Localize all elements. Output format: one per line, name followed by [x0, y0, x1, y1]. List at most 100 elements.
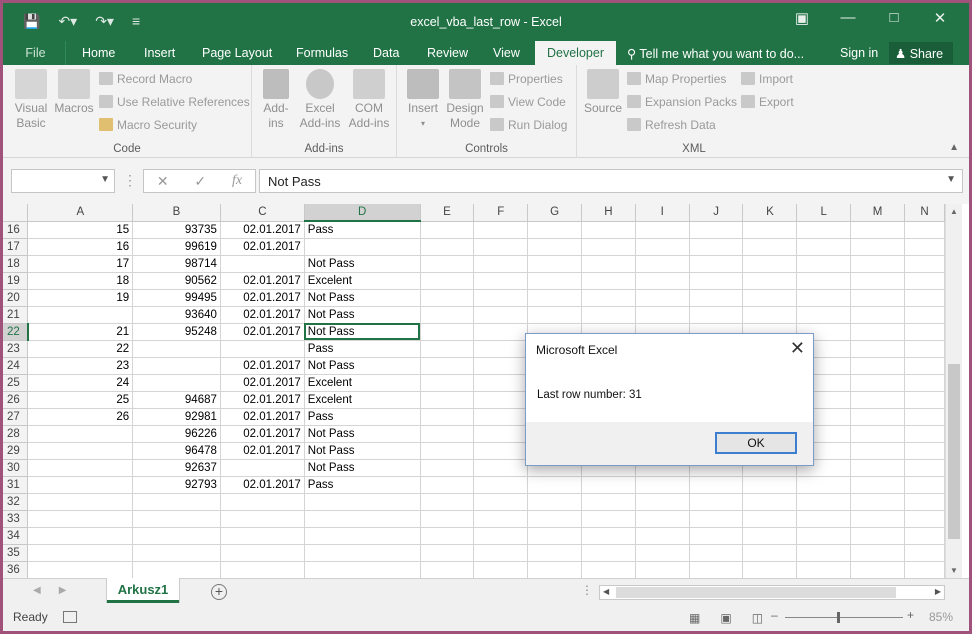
cell-empty[interactable] — [796, 238, 852, 256]
scroll-up-icon[interactable]: ▲ — [950, 207, 958, 216]
cell-b[interactable]: 96478 — [132, 442, 221, 460]
cell-b[interactable]: 90562 — [132, 272, 221, 290]
cell-b[interactable] — [132, 374, 221, 392]
cell-empty[interactable] — [742, 306, 798, 324]
record-macro-button[interactable]: Record Macro — [99, 72, 192, 86]
cell-d[interactable]: Not Pass — [304, 425, 421, 443]
cell-empty[interactable] — [850, 408, 905, 426]
cell-empty[interactable] — [635, 493, 690, 511]
column-header[interactable]: E — [420, 204, 475, 222]
cell-c[interactable]: 02.01.2017 — [220, 425, 305, 443]
cell-empty[interactable] — [850, 374, 905, 392]
cell-empty[interactable] — [420, 442, 475, 460]
tell-me-box[interactable]: ⚲ Tell me what you want to do... — [627, 46, 804, 61]
cell-empty[interactable] — [527, 510, 583, 528]
cell-empty[interactable] — [473, 221, 529, 239]
cell-empty[interactable] — [635, 272, 690, 290]
cell-a[interactable]: 17 — [27, 255, 134, 273]
cell-a[interactable]: 19 — [27, 289, 134, 307]
cell-c[interactable]: 02.01.2017 — [220, 442, 305, 460]
cell-empty[interactable] — [796, 561, 852, 578]
zoom-track[interactable] — [785, 617, 903, 618]
cell-empty[interactable] — [796, 255, 852, 273]
cell-c[interactable] — [220, 340, 305, 358]
cell-empty[interactable] — [904, 357, 945, 375]
maximize-icon[interactable]: □ — [871, 9, 917, 27]
cell-a[interactable]: 15 — [27, 221, 134, 239]
cell-empty[interactable] — [689, 289, 744, 307]
cell-b[interactable]: 95248 — [132, 323, 221, 341]
cell-empty[interactable] — [904, 442, 945, 460]
row-header[interactable]: 25 — [3, 374, 29, 392]
column-header[interactable]: G — [527, 204, 583, 222]
cell-d[interactable]: Not Pass — [304, 323, 421, 341]
page-break-view-icon[interactable]: ◫ — [752, 611, 763, 625]
cell-empty[interactable] — [904, 255, 945, 273]
column-header[interactable]: C — [220, 204, 305, 222]
cell-b[interactable] — [132, 561, 221, 578]
zoom-in-icon[interactable]: + — [907, 608, 914, 622]
cell-d[interactable]: Not Pass — [304, 442, 421, 460]
cell-empty[interactable] — [420, 425, 475, 443]
visual-basic-button[interactable]: Visual Basic — [11, 69, 51, 131]
column-header[interactable]: L — [796, 204, 852, 222]
cell-a[interactable] — [27, 425, 134, 443]
sign-in-link[interactable]: Sign in — [840, 46, 878, 60]
tab-file[interactable]: File — [6, 41, 66, 65]
cell-a[interactable] — [27, 510, 134, 528]
cell-empty[interactable] — [796, 306, 852, 324]
sheet-next-icon[interactable]: ▶ — [59, 585, 85, 596]
cell-empty[interactable] — [581, 289, 636, 307]
cell-empty[interactable] — [527, 527, 583, 545]
cell-d[interactable]: Pass — [304, 408, 421, 426]
cell-empty[interactable] — [742, 221, 798, 239]
cell-empty[interactable] — [581, 510, 636, 528]
cell-empty[interactable] — [796, 221, 852, 239]
cell-empty[interactable] — [527, 476, 583, 494]
cell-empty[interactable] — [420, 357, 475, 375]
row-header[interactable]: 31 — [3, 476, 29, 494]
cell-empty[interactable] — [581, 272, 636, 290]
minimize-icon[interactable]: — — [825, 9, 871, 27]
cell-empty[interactable] — [850, 238, 905, 256]
cell-empty[interactable] — [904, 391, 945, 409]
row-header[interactable]: 18 — [3, 255, 29, 273]
column-header[interactable]: A — [27, 204, 134, 222]
share-button[interactable]: ♟ Share — [889, 42, 953, 64]
cell-empty[interactable] — [904, 493, 945, 511]
cell-empty[interactable] — [742, 527, 798, 545]
cell-a[interactable]: 26 — [27, 408, 134, 426]
cell-empty[interactable] — [420, 544, 475, 562]
cell-a[interactable]: 18 — [27, 272, 134, 290]
cell-empty[interactable] — [420, 510, 475, 528]
source-button[interactable]: Source — [583, 69, 623, 116]
cell-empty[interactable] — [850, 272, 905, 290]
row-header[interactable]: 28 — [3, 425, 29, 443]
cell-empty[interactable] — [850, 527, 905, 545]
row-header[interactable]: 33 — [3, 510, 29, 528]
cell-empty[interactable] — [473, 272, 529, 290]
insert-control-button[interactable]: Insert ▾ — [403, 69, 443, 131]
row-header[interactable]: 35 — [3, 544, 29, 562]
cell-empty[interactable] — [527, 272, 583, 290]
cell-empty[interactable] — [904, 374, 945, 392]
cell-empty[interactable] — [581, 306, 636, 324]
cell-empty[interactable] — [904, 544, 945, 562]
cell-empty[interactable] — [742, 272, 798, 290]
cell-c[interactable] — [220, 561, 305, 578]
export-button[interactable]: Export — [741, 95, 794, 109]
cell-b[interactable] — [132, 510, 221, 528]
cell-d[interactable]: Not Pass — [304, 255, 421, 273]
cell-b[interactable]: 98714 — [132, 255, 221, 273]
cell-d[interactable]: Pass — [304, 221, 421, 239]
cell-c[interactable] — [220, 527, 305, 545]
cell-d[interactable] — [304, 561, 421, 578]
column-header[interactable]: I — [635, 204, 690, 222]
cell-c[interactable]: 02.01.2017 — [220, 221, 305, 239]
cell-b[interactable]: 92793 — [132, 476, 221, 494]
cell-c[interactable]: 02.01.2017 — [220, 476, 305, 494]
chevron-down-icon[interactable]: ▼ — [100, 174, 110, 185]
row-header[interactable]: 32 — [3, 493, 29, 511]
cell-empty[interactable] — [635, 306, 690, 324]
cell-empty[interactable] — [420, 323, 475, 341]
